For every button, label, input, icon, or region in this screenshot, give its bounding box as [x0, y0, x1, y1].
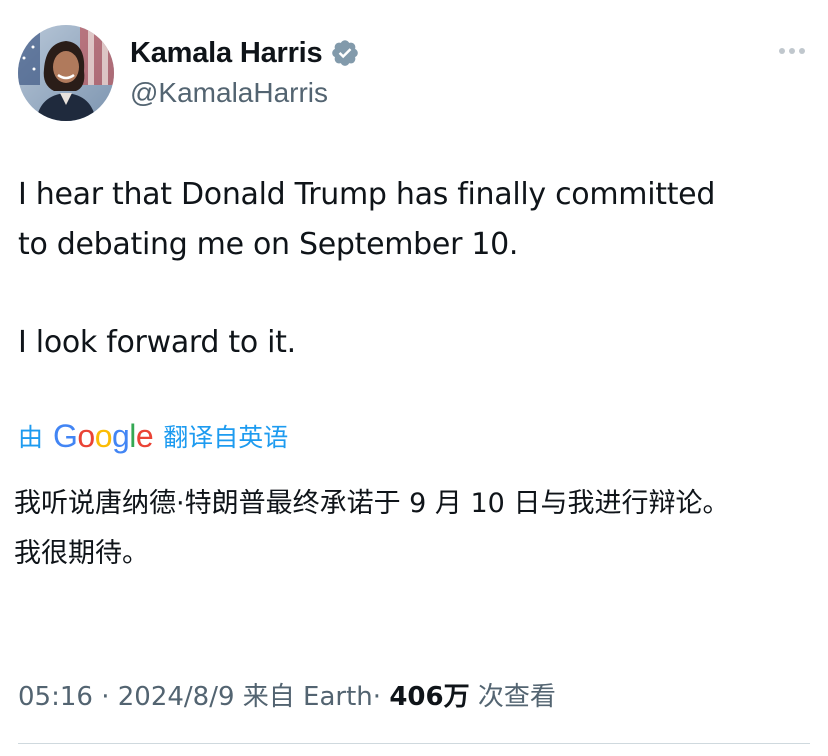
tweet-text-line: to debating me on September 10.	[18, 227, 519, 262]
google-letter: g	[112, 418, 130, 454]
avatar-image	[18, 25, 114, 121]
user-meta: Kamala Harris @KamalaHarris	[130, 33, 360, 109]
translate-attribution[interactable]: 由 Google 翻译自英语	[18, 418, 288, 454]
meta-separator: ·	[372, 682, 382, 712]
google-letter: l	[129, 418, 136, 454]
google-letter: o	[94, 418, 113, 454]
meta-separator: ·	[101, 682, 110, 712]
google-letter: G	[53, 418, 78, 454]
tweet-date[interactable]: 2024/8/9	[118, 682, 235, 712]
tweet-source: 来自 Earth	[242, 682, 373, 712]
tweet-text-line: I look forward to it.	[18, 325, 296, 360]
tweet-header: Kamala Harris @KamalaHarris	[18, 25, 810, 121]
verified-badge-icon	[330, 38, 360, 68]
tweet-time[interactable]: 05:16	[18, 682, 93, 712]
google-logo: Google	[53, 418, 154, 454]
divider	[18, 743, 810, 744]
google-letter: e	[135, 418, 154, 454]
display-name[interactable]: Kamala Harris	[130, 37, 323, 70]
more-horizontal-icon	[779, 48, 785, 54]
views-label: 次查看	[477, 682, 556, 712]
translated-paragraph: 我听说唐纳德·特朗普最终承诺于 9 月 10 日与我进行辩论。	[14, 488, 730, 519]
avatar[interactable]	[18, 25, 114, 121]
tweet-text-line: I hear that Donald Trump has finally com…	[18, 177, 716, 212]
translate-prefix: 由	[18, 423, 44, 452]
more-dot	[789, 48, 795, 54]
translate-suffix: 翻译自英语	[163, 423, 289, 452]
name-row: Kamala Harris	[130, 33, 360, 73]
translated-paragraph: 我很期待。	[14, 538, 149, 569]
google-letter: o	[77, 418, 95, 454]
tweet-text: I hear that Donald Trump has finally com…	[18, 170, 808, 368]
more-dot	[799, 48, 805, 54]
translated-text: 我听说唐纳德·特朗普最终承诺于 9 月 10 日与我进行辩论。 我很期待。	[14, 482, 804, 576]
more-options-button[interactable]	[774, 37, 810, 65]
user-handle[interactable]: @KamalaHarris	[130, 77, 360, 109]
views-count[interactable]: 406万	[389, 682, 469, 712]
tweet-meta: 05:16 · 2024/8/9 来自 Earth· 406万 次查看	[18, 676, 556, 713]
